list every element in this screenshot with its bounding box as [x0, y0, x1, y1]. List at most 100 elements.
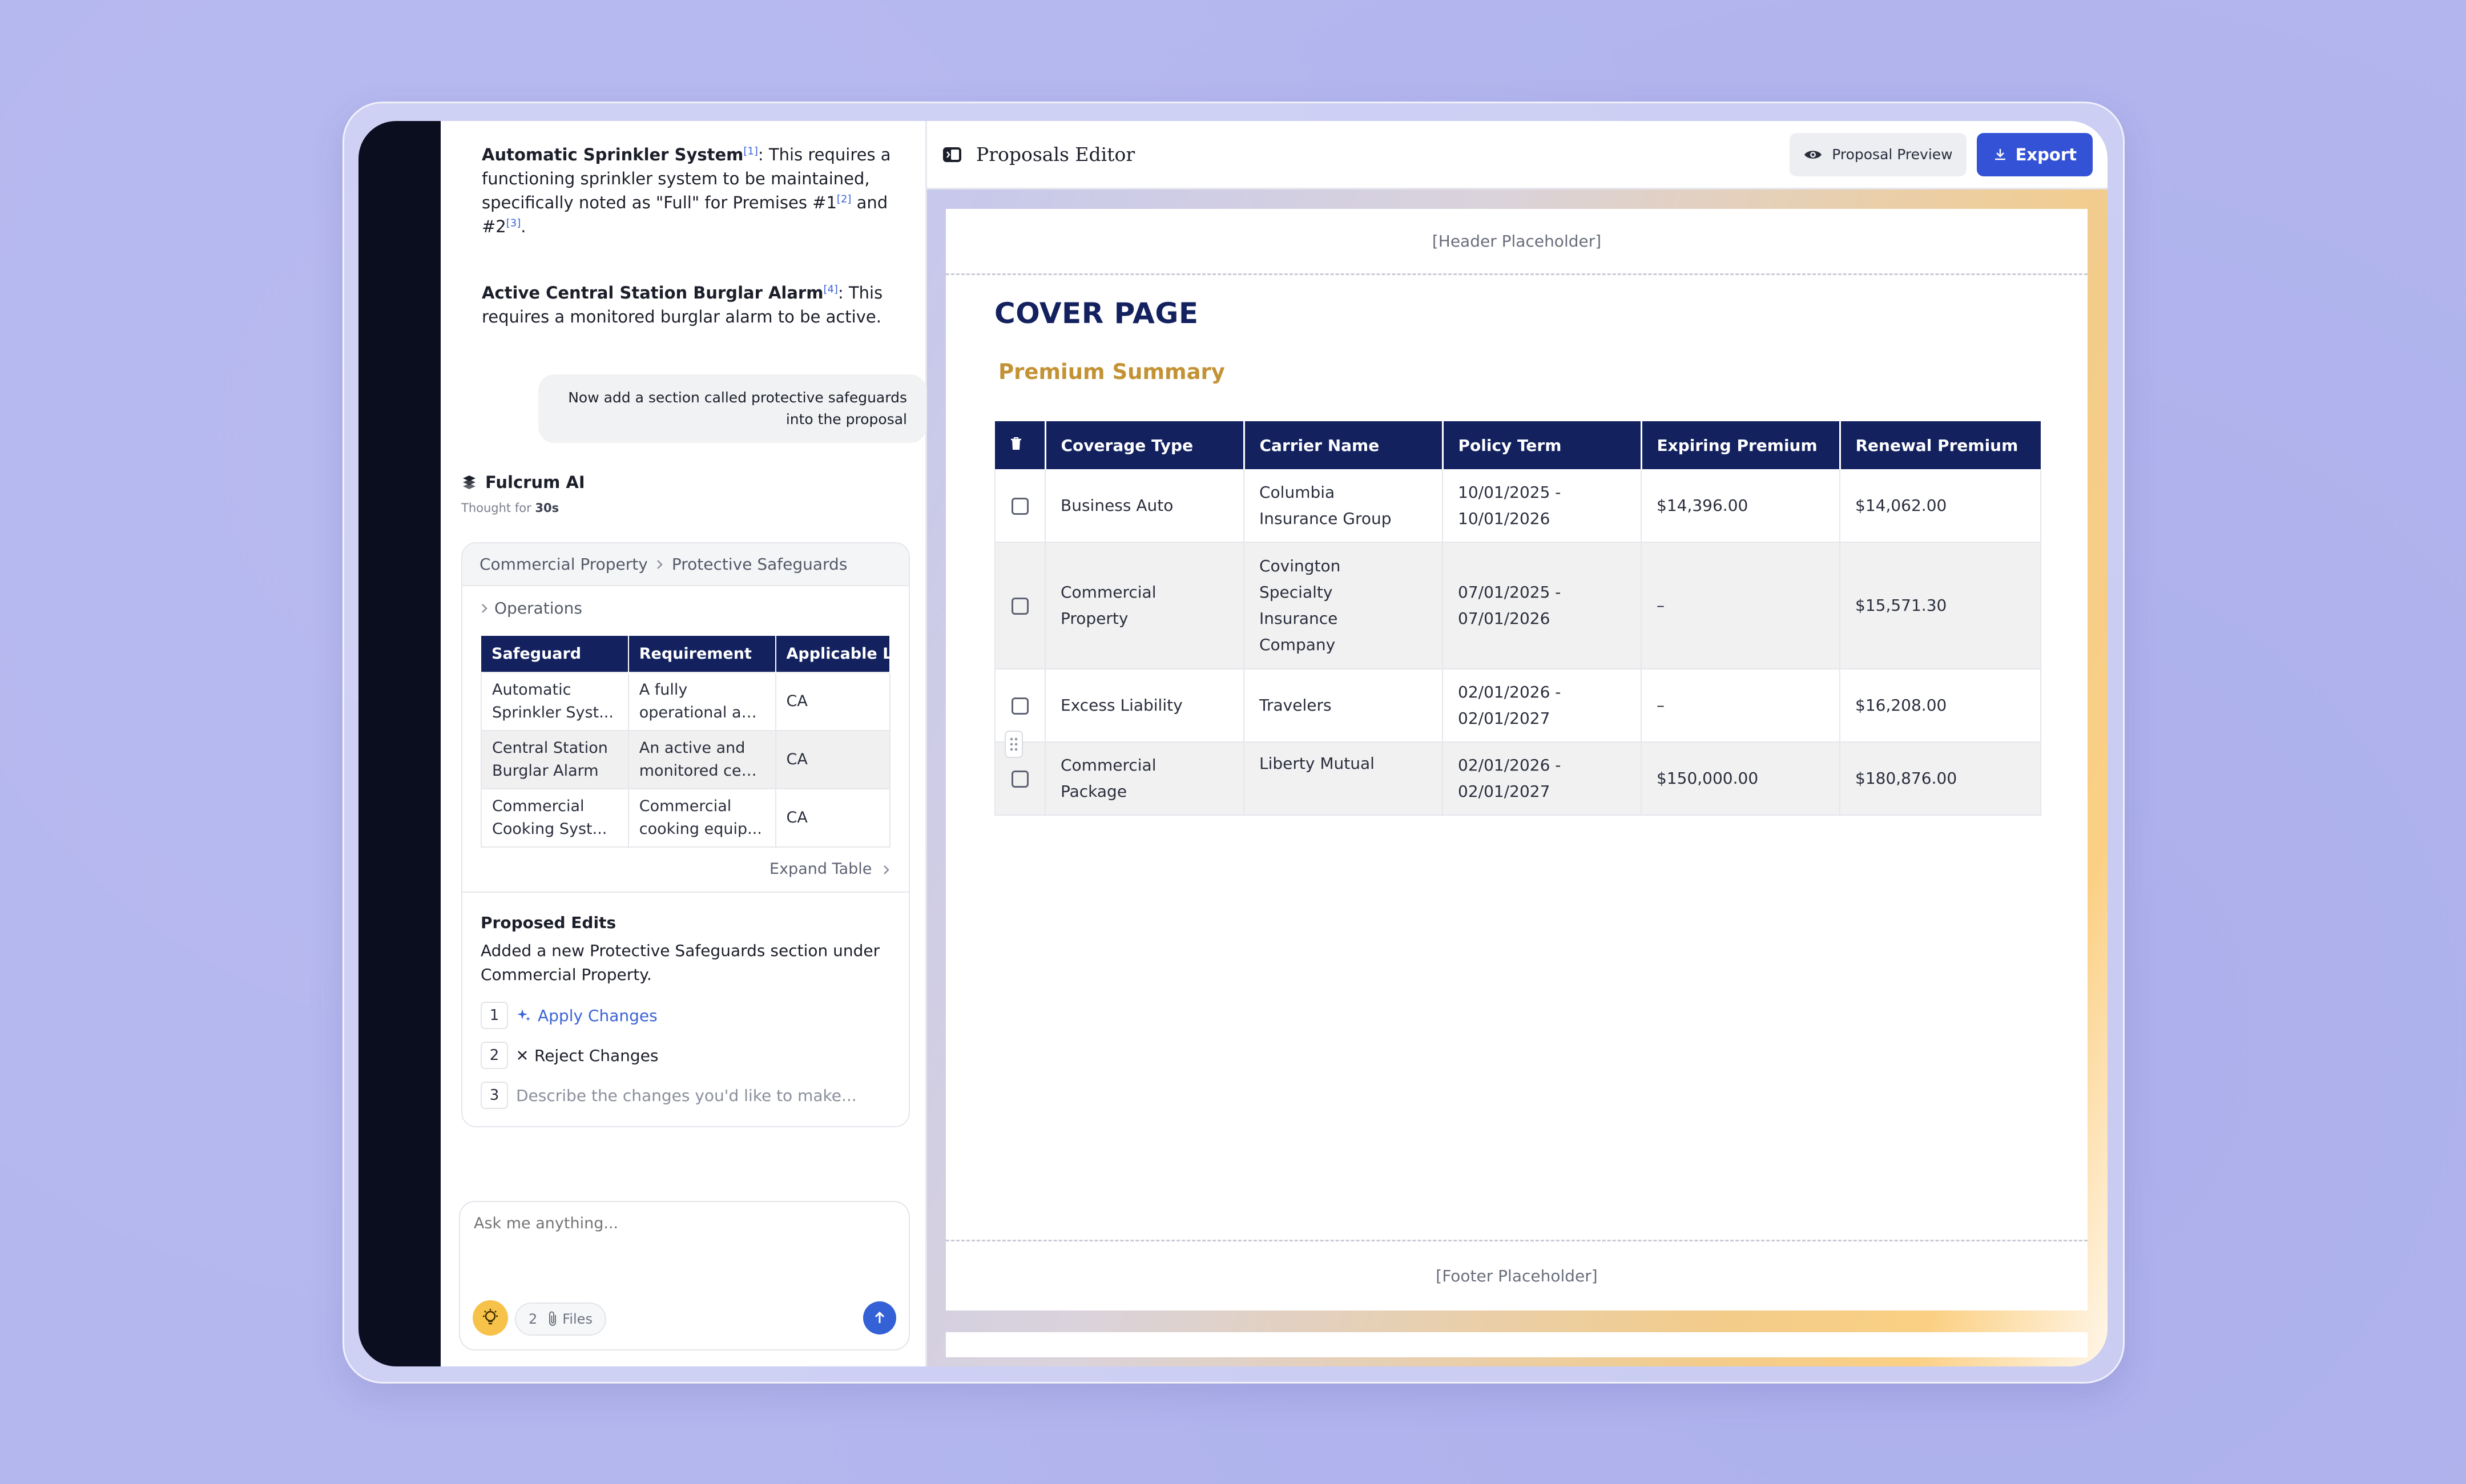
safeguards-card: Commercial Property Protective Safeguard… [461, 542, 910, 1127]
proposed-edits-description: Added a new Protective Safeguards sectio… [481, 941, 880, 984]
table-cell: Excess Liability [1045, 669, 1244, 743]
table-cell: $150,000.00 [1641, 742, 1840, 816]
table-cell: Travelers [1244, 669, 1443, 743]
premium-summary-heading: Premium Summary [998, 360, 1225, 384]
premium-summary-table: Coverage Type Carrier Name Policy Term E… [994, 421, 2041, 816]
apply-changes-button[interactable]: Apply Changes [516, 1006, 658, 1025]
header-placeholder[interactable]: [Header Placeholder] [946, 209, 2088, 275]
table-cell: Commercial Cooking Syst... [481, 788, 629, 848]
citation-link[interactable]: [2] [837, 193, 852, 205]
footer-placeholder[interactable]: [Footer Placeholder] [946, 1240, 2088, 1310]
download-icon [1994, 148, 2005, 160]
column-header[interactable]: Expiring Premium [1641, 421, 1841, 469]
column-header[interactable]: Safeguard [481, 636, 629, 672]
table-cell: Commercial Package [1045, 742, 1244, 816]
column-header[interactable]: Renewal Premium [1840, 421, 2041, 469]
table-row[interactable]: Commercial Property Covington Specialty Ins… [994, 542, 2041, 670]
close-icon [518, 1051, 527, 1060]
row-checkbox[interactable] [1012, 771, 1029, 788]
citation-link[interactable]: [4] [823, 283, 838, 295]
table-cell: 07/01/2025 -07/01/2026 [1442, 542, 1642, 670]
table-cell: – [1641, 669, 1840, 743]
expand-table-link[interactable]: Expand Table [481, 860, 890, 878]
paragraph-text: . [521, 217, 526, 236]
describe-changes-input[interactable]: Describe the changes you'd like to make.… [516, 1086, 857, 1105]
breadcrumb: Commercial Property Protective Safeguard… [462, 543, 909, 586]
reject-changes-option[interactable]: 2 Reject Changes [481, 1042, 890, 1069]
option-number: 1 [481, 1002, 508, 1029]
option-number: 3 [481, 1082, 508, 1109]
attached-files-button[interactable]: 2 Files [515, 1302, 606, 1336]
table-row[interactable]: Business Auto Columbia Insurance Group 10… [994, 469, 2041, 543]
option-number: 2 [481, 1042, 508, 1069]
chat-scroll-area[interactable]: Automatic Sprinkler System[1]: This requ… [441, 121, 926, 1366]
column-header[interactable]: Applicable L... [775, 636, 890, 672]
chevron-right-icon [884, 865, 889, 874]
table-row[interactable]: Automatic Sprinkler Syst... A fully operat… [481, 672, 890, 731]
column-header[interactable]: Policy Term [1442, 421, 1642, 469]
proposal-preview-button[interactable]: Proposal Preview [1790, 132, 1967, 176]
export-button[interactable]: Export [1976, 132, 2093, 176]
app-screen: Automatic Sprinkler System[1]: This requ… [441, 121, 2108, 1366]
document-canvas[interactable]: [Header Placeholder] COVER PAGE Premium … [927, 189, 2108, 1366]
thought-duration[interactable]: Thought for 30s [461, 501, 905, 515]
user-message-bubble: Now add a section called protective safe… [538, 374, 926, 443]
table-cell: Columbia Insurance Group [1244, 469, 1443, 543]
trash-icon [1011, 437, 1021, 450]
lightbulb-button[interactable] [473, 1300, 508, 1336]
table-cell: $16,208.00 [1840, 669, 2041, 743]
table-row[interactable]: Commercial Cooking Syst... Commercial cook… [481, 788, 890, 848]
column-header[interactable]: Carrier Name [1244, 421, 1444, 469]
assistant-header: Fulcrum AI [461, 473, 905, 492]
table-cell: $14,396.00 [1641, 469, 1840, 543]
column-header[interactable]: Coverage Type [1045, 421, 1245, 469]
export-label: Export [2015, 144, 2077, 164]
thought-time: 30s [535, 501, 559, 515]
panel-resize-handle[interactable] [1005, 731, 1023, 758]
table-row[interactable]: Excess Liability Travelers 02/01/2026 -0… [994, 669, 2041, 743]
table-cell: Automatic Sprinkler Syst... [481, 672, 629, 731]
row-checkbox[interactable] [1012, 497, 1029, 515]
apply-changes-option[interactable]: 1 Apply Changes [481, 1002, 890, 1029]
breadcrumb-item[interactable]: Protective Safeguards [672, 555, 848, 574]
reject-changes-button[interactable]: Reject Changes [516, 1046, 659, 1065]
files-label: Files [562, 1311, 593, 1327]
row-checkbox[interactable] [1012, 697, 1029, 715]
chevron-right-icon [656, 559, 663, 569]
breadcrumb-item[interactable]: Commercial Property [480, 555, 648, 574]
next-page-edge [946, 1332, 2088, 1357]
assistant-paragraph-sprinkler: Automatic Sprinkler System[1]: This requ… [461, 143, 905, 239]
safeguards-table: Safeguard Requirement Applicable L... Au… [481, 636, 890, 848]
table-cell: $15,571.30 [1840, 542, 2041, 670]
chat-input[interactable] [474, 1215, 873, 1232]
citation-link[interactable]: [1] [743, 145, 758, 157]
proposed-edits-title: Proposed Edits [481, 913, 616, 932]
drag-handle-icon [1010, 737, 1018, 751]
send-button[interactable] [863, 1301, 896, 1334]
table-header-row: Safeguard Requirement Applicable L... [481, 636, 890, 672]
table-header-row: Coverage Type Carrier Name Policy Term E… [995, 421, 2041, 469]
sidebar-toggle-icon[interactable] [942, 146, 962, 164]
row-select-cell [994, 469, 1046, 543]
term-bold: Active Central Station Burglar Alarm [482, 283, 824, 303]
section-toggle-operations[interactable]: Operations [481, 599, 890, 618]
table-cell: $14,062.00 [1840, 469, 2041, 543]
table-cell: $180,876.00 [1840, 742, 2041, 816]
table-cell: CA [775, 730, 890, 789]
expand-label: Expand Table [769, 860, 872, 878]
table-row[interactable]: Commercial Package Liberty Mutual 02/01/2… [994, 742, 2041, 816]
table-row[interactable]: Central Station Burglar Alarm An active a… [481, 730, 890, 789]
paperclip-icon [549, 1311, 557, 1326]
row-checkbox[interactable] [1012, 598, 1029, 615]
reject-label: Reject Changes [534, 1046, 659, 1065]
section-label: Operations [494, 599, 582, 618]
citation-link[interactable]: [3] [506, 217, 521, 229]
delete-rows-header[interactable] [995, 421, 1046, 469]
chat-panel: Automatic Sprinkler System[1]: This requ… [441, 121, 927, 1366]
describe-changes-option[interactable]: 3 Describe the changes you'd like to mak… [481, 1082, 890, 1109]
apply-label: Apply Changes [538, 1006, 658, 1025]
column-header[interactable]: Requirement [628, 636, 776, 672]
page-title: Proposals Editor [976, 143, 1135, 166]
preview-label: Proposal Preview [1832, 146, 1953, 163]
sparkle-icon [517, 1009, 530, 1021]
